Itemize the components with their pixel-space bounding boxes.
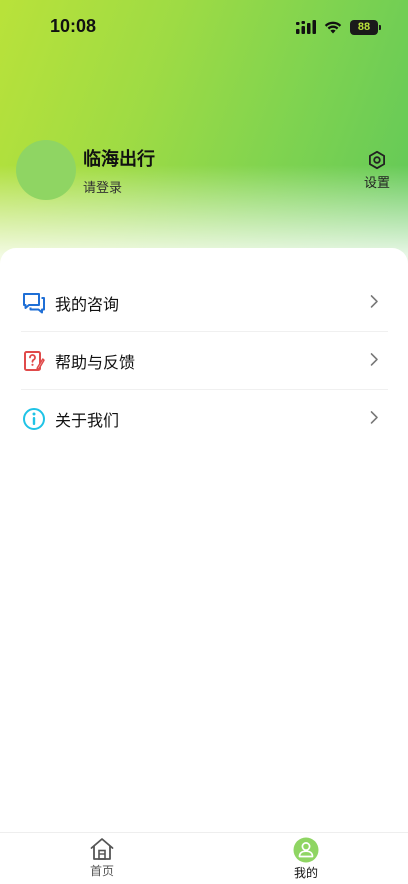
tab-home[interactable]: 首页 [0, 833, 204, 884]
settings-label: 设置 [363, 176, 390, 191]
tab-profile-label: 我的 [293, 866, 318, 880]
cellular-signal-icon [296, 20, 316, 34]
content-card: 我的咨询 帮助与反馈 关于我们 [0, 248, 408, 833]
menu-item-help-feedback[interactable]: 帮助与反馈 [21, 332, 388, 390]
tab-bar: 首页 我的 [0, 832, 408, 884]
menu-list: 我的咨询 帮助与反馈 关于我们 [21, 274, 388, 447]
battery-icon: 88 [350, 19, 381, 35]
profile-name: 临海出行 [83, 149, 155, 170]
home-icon [90, 838, 114, 860]
login-link[interactable]: 请登录 [83, 177, 122, 196]
feedback-icon [21, 348, 47, 374]
menu-item-label: 帮助与反馈 [55, 352, 136, 372]
status-icons: 88 [296, 18, 381, 36]
menu-item-label: 关于我们 [55, 410, 120, 430]
info-icon [21, 406, 47, 432]
wifi-icon [324, 21, 342, 34]
chevron-right-icon [368, 409, 380, 425]
tab-home-label: 首页 [89, 864, 114, 878]
chat-icon [21, 290, 47, 316]
status-bar: 10:08 88 [0, 0, 408, 54]
settings-button[interactable]: 设置 [360, 150, 394, 191]
profile-icon [293, 837, 319, 863]
gear-icon [369, 150, 386, 170]
tab-profile[interactable]: 我的 [204, 833, 408, 884]
menu-item-label: 我的咨询 [55, 294, 120, 314]
avatar[interactable] [16, 140, 76, 200]
status-time: 10:08 [50, 16, 97, 36]
chevron-right-icon [368, 293, 380, 309]
menu-item-consultation[interactable]: 我的咨询 [21, 274, 388, 332]
menu-item-about-us[interactable]: 关于我们 [21, 390, 388, 447]
battery-level: 88 [357, 21, 371, 33]
chevron-right-icon [368, 351, 380, 367]
